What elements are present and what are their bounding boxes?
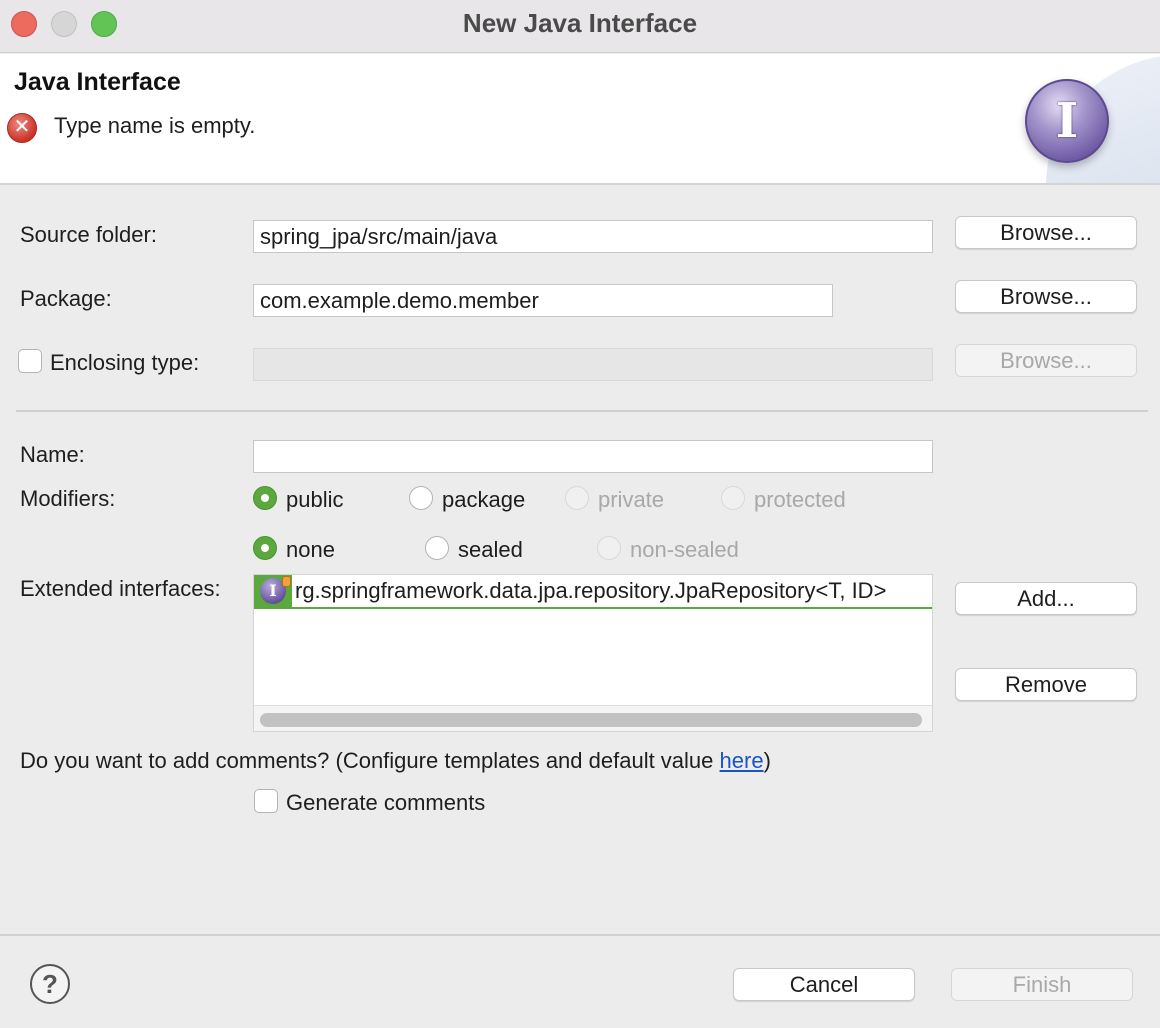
modifier-private-radio	[565, 486, 589, 510]
package-input[interactable]	[253, 284, 833, 317]
java-interface-wizard-icon: I	[1025, 79, 1109, 163]
enclosing-type-browse-button: Browse...	[955, 344, 1137, 377]
horizontal-scrollbar[interactable]	[254, 705, 932, 731]
configure-templates-link[interactable]: here	[720, 748, 764, 773]
comments-question: Do you want to add comments? (Configure …	[20, 748, 771, 774]
remove-interface-button[interactable]: Remove	[955, 668, 1137, 701]
extended-interfaces-label: Extended interfaces:	[20, 576, 221, 601]
modifier-protected-radio	[721, 486, 745, 510]
sealing-none-label: none	[286, 537, 335, 562]
sealing-sealed-radio[interactable]	[425, 536, 449, 560]
list-item-label: rg.springframework.data.jpa.repository.J…	[295, 578, 887, 603]
sealing-non-sealed-radio	[597, 536, 621, 560]
modifier-package-radio[interactable]	[409, 486, 433, 510]
sealing-sealed-label: sealed	[458, 537, 523, 562]
enclosing-type-checkbox[interactable]	[18, 349, 42, 373]
extended-interfaces-list[interactable]: I rg.springframework.data.jpa.repository…	[253, 574, 933, 732]
source-folder-label: Source folder:	[20, 222, 157, 247]
generate-comments-checkbox[interactable]	[254, 789, 278, 813]
add-interface-button[interactable]: Add...	[955, 582, 1137, 615]
list-item[interactable]: I rg.springframework.data.jpa.repository…	[254, 575, 932, 609]
modifier-public-radio[interactable]	[253, 486, 277, 510]
generate-comments-label: Generate comments	[286, 790, 486, 815]
package-label: Package:	[20, 286, 112, 311]
modifier-protected-label: protected	[754, 487, 846, 512]
wizard-page-title: Java Interface	[14, 68, 181, 96]
error-icon: ✕	[7, 113, 37, 143]
package-browse-button[interactable]: Browse...	[955, 280, 1137, 313]
name-label: Name:	[20, 442, 85, 467]
sealing-non-sealed-label: non-sealed	[630, 537, 739, 562]
footer-separator	[0, 934, 1160, 936]
modifiers-label: Modifiers:	[20, 486, 116, 511]
source-folder-input[interactable]	[253, 220, 933, 253]
comments-question-suffix: )	[763, 748, 771, 773]
modifier-public-label: public	[286, 487, 344, 512]
finish-button: Finish	[951, 968, 1133, 1001]
source-folder-browse-button[interactable]: Browse...	[955, 216, 1137, 249]
section-separator	[16, 410, 1148, 412]
sealing-none-radio[interactable]	[253, 536, 277, 560]
modifier-package-label: package	[442, 487, 526, 512]
comments-question-prefix: Do you want to add comments? (Configure …	[20, 748, 720, 773]
library-overlay-icon	[282, 576, 291, 587]
cancel-button[interactable]: Cancel	[733, 968, 915, 1001]
modifier-private-label: private	[598, 487, 665, 512]
error-message: Type name is empty.	[54, 113, 256, 138]
enclosing-type-input	[253, 348, 933, 381]
help-icon[interactable]: ?	[30, 964, 70, 1004]
title-bar: New Java Interface	[0, 0, 1160, 53]
enclosing-type-label: Enclosing type:	[50, 350, 200, 375]
wizard-banner: Java Interface ✕ Type name is empty. I	[0, 54, 1160, 185]
window-title: New Java Interface	[462, 8, 698, 38]
horizontal-scrollbar-thumb[interactable]	[260, 713, 922, 727]
name-input[interactable]	[253, 440, 933, 473]
